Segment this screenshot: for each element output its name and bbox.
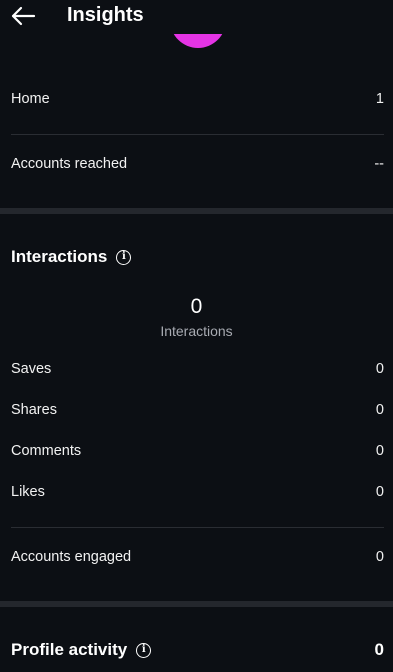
home-label: Home (11, 91, 50, 107)
reach-row-accounts-reached: Accounts reached -- (11, 152, 384, 176)
interaction-row-saves: Saves 0 (11, 357, 384, 381)
profile-activity-value: 0 (374, 640, 384, 659)
interactions-total-label: Interactions (160, 323, 233, 339)
info-icon[interactable]: i (116, 249, 132, 265)
accounts-engaged-label: Accounts engaged (11, 549, 132, 565)
back-arrow-icon[interactable] (10, 3, 36, 29)
interaction-row-shares: Shares 0 (11, 398, 384, 422)
interaction-row-likes: Likes 0 (11, 480, 384, 504)
page-title: Insights (67, 4, 144, 26)
divider (11, 527, 384, 528)
shares-value: 0 (375, 402, 384, 418)
saves-value: 0 (375, 361, 384, 377)
divider (11, 134, 384, 135)
saves-label: Saves (11, 361, 52, 377)
reach-row-home: Home 1 (11, 87, 384, 111)
accounts-reached-label: Accounts reached (11, 156, 128, 172)
section-divider (0, 601, 393, 607)
profile-activity-title: Profile activity (11, 640, 128, 659)
comments-value: 0 (375, 443, 384, 459)
top-bar: Insights (0, 0, 393, 34)
likes-value: 0 (375, 484, 384, 500)
accounts-engaged-row: Accounts engaged 0 (11, 545, 384, 569)
interactions-total: 0 (190, 295, 203, 318)
interaction-row-comments: Comments 0 (11, 439, 384, 463)
section-divider (0, 208, 393, 214)
comments-label: Comments (11, 443, 82, 459)
interactions-heading: Interactions i (11, 244, 132, 270)
profile-activity-heading: Profile activity i (11, 637, 152, 663)
accounts-engaged-value: 0 (375, 549, 384, 565)
insights-screen: Insights Home 1 Accounts reached -- Inte… (0, 0, 393, 672)
info-icon[interactable]: i (136, 642, 152, 658)
shares-label: Shares (11, 402, 57, 418)
home-value: 1 (375, 91, 384, 107)
likes-label: Likes (11, 484, 45, 500)
interactions-title: Interactions (11, 247, 108, 266)
accounts-reached-value: -- (374, 156, 384, 172)
